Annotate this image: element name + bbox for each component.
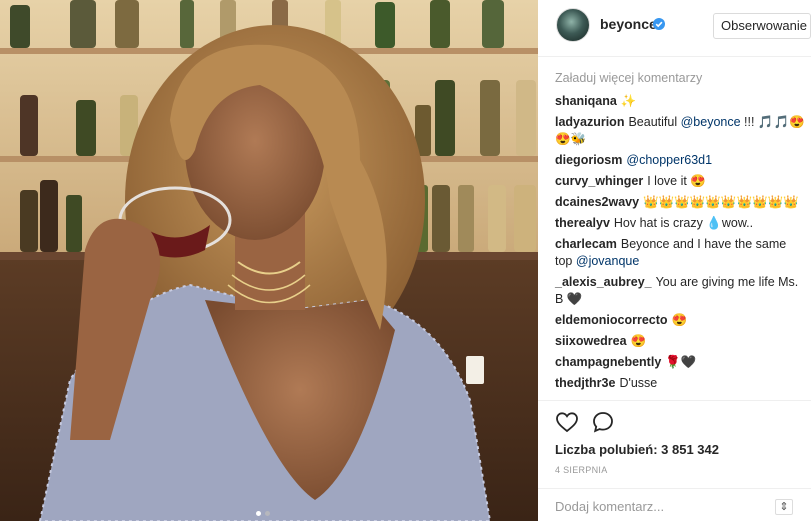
carousel-dot-active <box>256 511 261 516</box>
avatar[interactable] <box>556 8 590 42</box>
comment-username[interactable]: siixowedrea <box>555 334 627 348</box>
likes-count[interactable]: Liczba polubień: 3 851 342 <box>555 442 719 457</box>
comment-text: I love it 😍 <box>647 174 706 188</box>
comment-username[interactable]: ladyazurion <box>555 115 624 129</box>
load-more-comments-link[interactable]: Załaduj więcej komentarzy <box>555 70 807 87</box>
list-item: eldemoniocorrecto 😍 <box>555 312 807 329</box>
list-item: ladyazurion Beautiful @beyonce !!! 🎵🎵😍😍🐝 <box>555 114 807 148</box>
comment-username[interactable]: eldemoniocorrecto <box>555 313 668 327</box>
carousel-dot[interactable] <box>265 511 270 516</box>
list-item: siixowedrea 😍 <box>555 333 807 350</box>
list-item: _alexis_aubrey_ You are giving me life Ms… <box>555 274 807 308</box>
comment-mention[interactable]: @jovanque <box>576 254 639 268</box>
list-item: shaniqana ✨ <box>555 93 807 110</box>
list-item: champagnebently 🌹🖤 <box>555 354 807 371</box>
post-header: beyonce Obserwowanie <box>538 0 811 57</box>
post-sidebar: beyonce Obserwowanie Załaduj więcej kome… <box>538 0 811 521</box>
comment-username[interactable]: curvy_whinger <box>555 174 643 188</box>
comments-list: Załaduj więcej komentarzy shaniqana ✨ lad… <box>555 70 807 396</box>
list-item: diegoriosm @chopper63d1 <box>555 152 807 169</box>
comment-username[interactable]: therealyv <box>555 216 610 230</box>
comment-username[interactable]: shaniqana <box>555 94 617 108</box>
comment-text: 🌹🖤 <box>665 355 697 369</box>
carousel-indicator <box>256 511 270 516</box>
verified-badge-icon <box>653 18 665 30</box>
comment-text: 👑👑👑👑👑👑👑👑👑👑 <box>643 195 799 209</box>
comment-input[interactable] <box>555 497 765 515</box>
comment-mention[interactable]: @beyonce <box>681 115 741 129</box>
comment-text: Beautiful <box>628 115 678 129</box>
speech-bubble-icon[interactable] <box>591 410 615 434</box>
comment-username[interactable]: _alexis_aubrey_ <box>555 275 652 289</box>
heart-icon[interactable] <box>555 410 579 434</box>
post-actions: Liczba polubień: 3 851 342 4 SIERPNIA ⇕ <box>538 400 811 522</box>
comment-text: Hov hat is crazy 💧wow.. <box>613 216 754 230</box>
comment-form: ⇕ <box>538 488 811 523</box>
comment-mention[interactable]: @chopper63d1 <box>626 153 712 167</box>
post-username[interactable]: beyonce <box>600 16 657 32</box>
post-date: 4 SIERPNIA <box>555 465 608 475</box>
list-item: thedjthr3e D'usse <box>555 375 807 392</box>
comment-username[interactable]: charlecam <box>555 237 617 251</box>
list-item: dcaines2wavy 👑👑👑👑👑👑👑👑👑👑 <box>555 194 807 211</box>
post-photo[interactable] <box>0 0 538 521</box>
options-icon[interactable]: ⇕ <box>775 499 793 515</box>
comment-username[interactable]: champagnebently <box>555 355 661 369</box>
comment-username[interactable]: dcaines2wavy <box>555 195 639 209</box>
list-item: therealyv Hov hat is crazy 💧wow.. <box>555 215 807 232</box>
photo-image <box>0 0 538 521</box>
list-item: charlecam Beyonce and I have the same top… <box>555 236 807 270</box>
comment-username[interactable]: diegoriosm <box>555 153 622 167</box>
comment-username[interactable]: thedjthr3e <box>555 376 615 390</box>
comment-text: D'usse <box>619 376 658 390</box>
comment-text: 😍 <box>630 334 647 348</box>
comment-text: 😍 <box>671 313 688 327</box>
comment-text: ✨ <box>620 94 637 108</box>
following-button[interactable]: Obserwowanie <box>713 13 811 39</box>
list-item: curvy_whinger I love it 😍 <box>555 173 807 190</box>
